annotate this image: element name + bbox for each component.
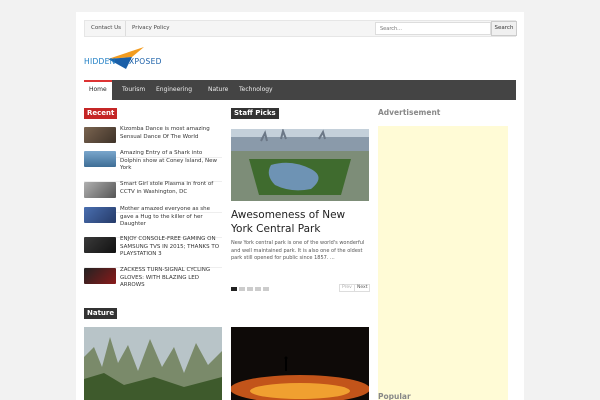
- recent-thumb[interactable]: [84, 127, 116, 143]
- slider-dot[interactable]: [263, 287, 269, 291]
- recent-title[interactable]: Kizomba Dance is most amazing Sensual Da…: [120, 126, 222, 141]
- crater-image: [231, 327, 369, 400]
- recent-thumb[interactable]: [84, 268, 116, 284]
- site-logo[interactable]: HIDDEN EXPOSED: [84, 43, 176, 73]
- recent-thumb[interactable]: [84, 207, 116, 223]
- nav-technology[interactable]: Technology: [234, 80, 278, 100]
- nature-heading: Nature: [84, 308, 118, 319]
- search-button[interactable]: Search: [491, 21, 517, 36]
- search-input[interactable]: [375, 22, 491, 35]
- privacy-policy-link[interactable]: Privacy Policy: [125, 21, 175, 36]
- staff-pick-title[interactable]: Awesomeness of New York Central Park: [231, 208, 369, 236]
- recent-heading: Recent: [84, 108, 118, 119]
- staff-picks-heading: Staff Picks: [231, 108, 279, 119]
- recent-thumb[interactable]: [84, 182, 116, 198]
- slider-next-button[interactable]: Next: [354, 284, 371, 292]
- advertisement-heading: Advertisement: [378, 108, 441, 117]
- main-nav: Home Tourism Engineering Nature Technolo…: [84, 80, 516, 100]
- slider-prev-button[interactable]: Prev: [339, 284, 355, 292]
- nav-home[interactable]: Home: [84, 80, 112, 100]
- recent-item[interactable]: ENJOY CONSOLE-FREE GAMING ON SAMSUNG TVS…: [84, 236, 222, 268]
- logo-word-hidden: HIDDEN: [84, 57, 116, 66]
- contact-us-link[interactable]: Contact Us: [85, 21, 127, 36]
- staff-pick-description: New York central park is one of the worl…: [231, 240, 365, 261]
- nav-engineering[interactable]: Engineering: [151, 80, 197, 100]
- nav-tourism[interactable]: Tourism: [117, 80, 150, 100]
- recent-title[interactable]: Amazing Entry of a Shark into Dolphin sh…: [120, 150, 222, 173]
- recent-title[interactable]: ZACKESS TURN-SIGNAL CYCLING GLOVES: WITH…: [120, 267, 222, 290]
- slider-dot[interactable]: [247, 287, 253, 291]
- recent-item[interactable]: Amazing Entry of a Shark into Dolphin sh…: [84, 150, 222, 182]
- recent-thumb[interactable]: [84, 151, 116, 167]
- slider-dot[interactable]: [255, 287, 261, 291]
- recent-title[interactable]: ENJOY CONSOLE-FREE GAMING ON SAMSUNG TVS…: [120, 236, 222, 259]
- slider-dot[interactable]: [231, 287, 237, 291]
- top-bar: Contact Us Privacy Policy Search: [84, 20, 517, 37]
- nav-nature[interactable]: Nature: [203, 80, 233, 100]
- recent-title[interactable]: Smart Girl stole Plasma in front of CCTV…: [120, 181, 222, 196]
- nature-image-crater[interactable]: [231, 327, 369, 400]
- recent-title[interactable]: Mother amazed everyone as she gave a Hug…: [120, 206, 222, 229]
- central-park-image: [231, 129, 369, 201]
- page-container: Contact Us Privacy Policy Search HIDDEN …: [76, 12, 524, 400]
- logo-word-exposed: EXPOSED: [124, 57, 162, 66]
- recent-item[interactable]: ZACKESS TURN-SIGNAL CYCLING GLOVES: WITH…: [84, 267, 222, 299]
- advertisement-box[interactable]: [378, 126, 508, 400]
- recent-thumb[interactable]: [84, 237, 116, 253]
- nature-image-mountains[interactable]: [84, 327, 222, 400]
- slider-dot[interactable]: [239, 287, 245, 291]
- recent-item[interactable]: Mother amazed everyone as she gave a Hug…: [84, 206, 222, 238]
- popular-heading: Popular: [378, 392, 411, 400]
- mountain-image: [84, 327, 222, 400]
- staff-pick-image[interactable]: [231, 129, 369, 201]
